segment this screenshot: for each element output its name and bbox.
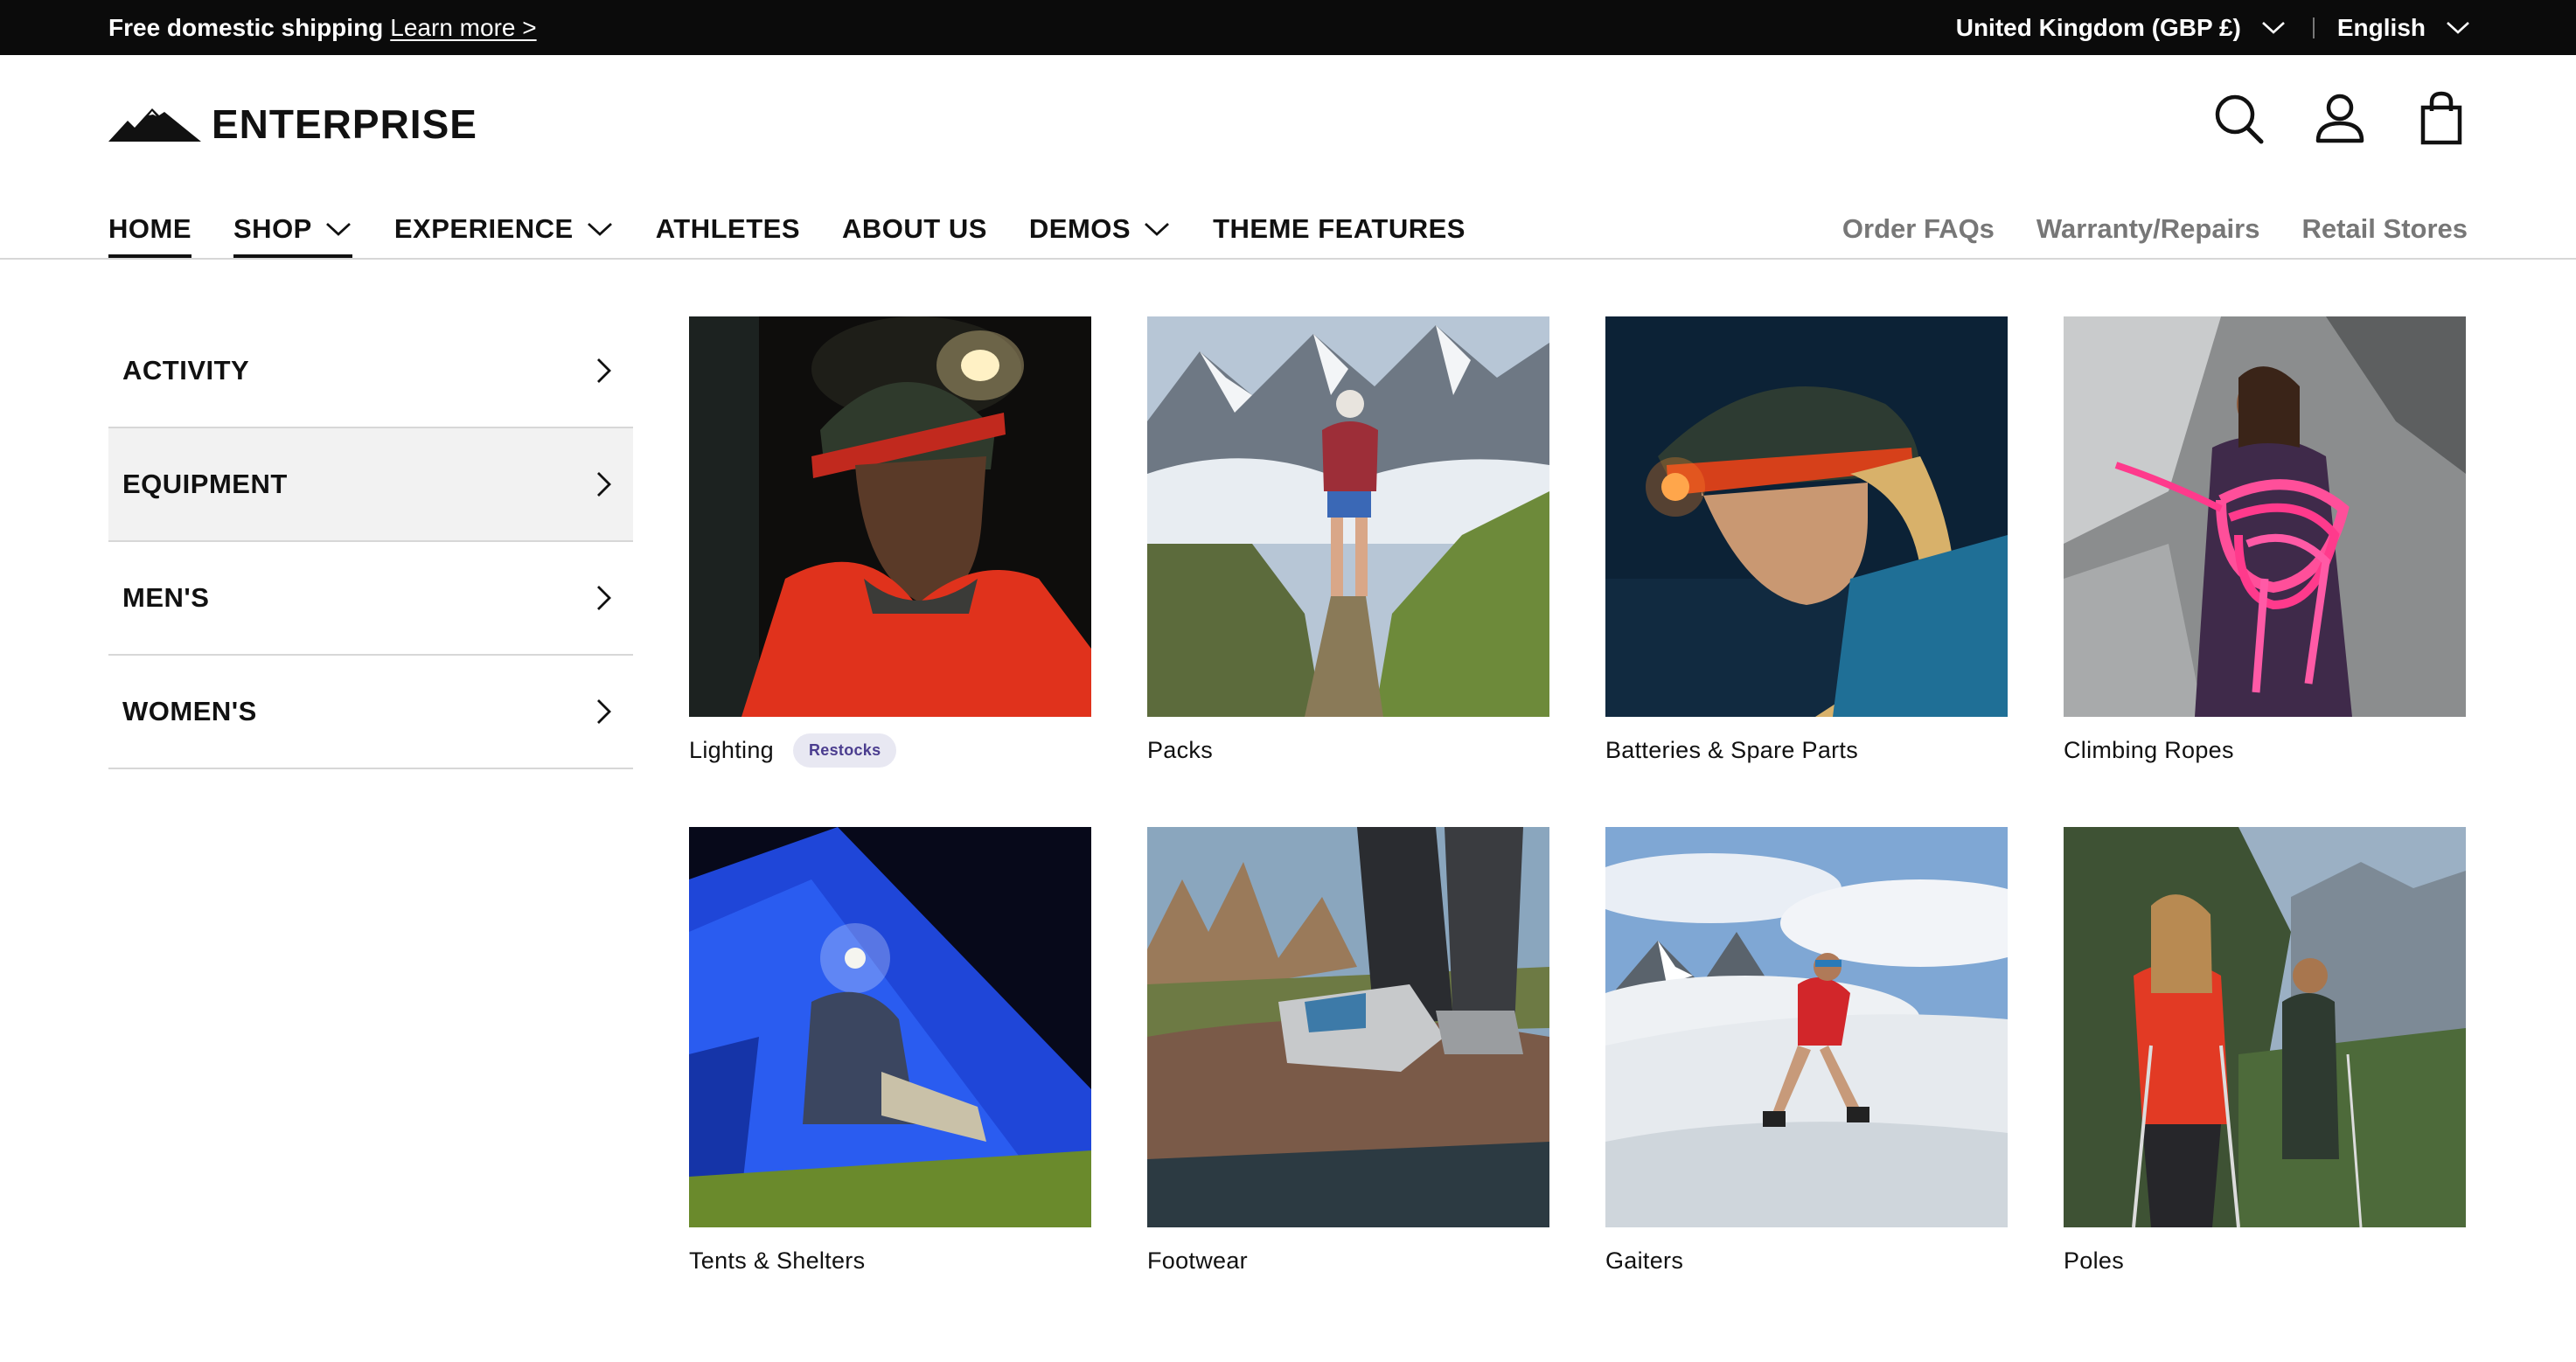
nav-label: SHOP (233, 213, 312, 244)
product-image[interactable] (2064, 316, 2466, 717)
product-card-tents[interactable]: Tents & Shelters (689, 827, 1091, 1294)
product-label[interactable]: Climbing Ropes (2064, 737, 2234, 764)
product-label[interactable]: Packs (1147, 737, 1213, 764)
nav-athletes[interactable]: ATHLETES (656, 204, 800, 254)
language-selector[interactable]: English (2337, 14, 2471, 42)
nav-theme-features[interactable]: THEME FEATURES (1213, 204, 1466, 254)
category-womens[interactable]: WOMEN'S (108, 656, 633, 769)
country-selector[interactable]: United Kingdom (GBP £) (1956, 14, 2287, 42)
product-image[interactable] (689, 316, 1091, 717)
product-caption: Poles (2064, 1227, 2466, 1294)
category-activity[interactable]: ACTIVITY (108, 315, 633, 428)
nav-label: HOME (108, 213, 191, 244)
nav-about-us[interactable]: ABOUT US (842, 204, 987, 254)
product-label[interactable]: Footwear (1147, 1247, 1248, 1275)
nav-label: ATHLETES (655, 213, 801, 244)
nav-label: EXPERIENCE (393, 213, 574, 244)
brand-logo[interactable]: ENTERPRISE (108, 101, 477, 148)
product-caption: Footwear (1147, 1227, 1549, 1294)
warranty-repairs-link[interactable]: Warranty/Repairs (2036, 204, 2260, 254)
locale-selectors: United Kingdom (GBP £) English (1956, 14, 2471, 42)
product-label[interactable]: Tents & Shelters (689, 1247, 865, 1275)
cart-bag-icon[interactable] (2415, 90, 2468, 146)
category-equipment[interactable]: EQUIPMENT (108, 428, 633, 542)
restocks-badge: Restocks (792, 733, 897, 768)
product-image[interactable] (2064, 827, 2466, 1227)
product-category-grid: Lighting Restocks Packs Batteries & Spar… (689, 316, 2466, 1294)
nav-label: THEME FEATURES (1213, 213, 1466, 244)
nav-label: ABOUT US (842, 213, 987, 244)
product-label[interactable]: Poles (2064, 1247, 2124, 1275)
product-card-climbing-ropes[interactable]: Climbing Ropes (2064, 316, 2466, 783)
category-label: EQUIPMENT (122, 469, 288, 499)
product-card-footwear[interactable]: Footwear (1147, 827, 1549, 1294)
nav-shop[interactable]: SHOP (233, 204, 352, 258)
account-icon[interactable] (2314, 90, 2366, 146)
chevron-right-icon (595, 356, 614, 386)
chevron-down-icon (586, 220, 614, 238)
category-list: ACTIVITY EQUIPMENT MEN'S WOMEN'S (108, 315, 633, 769)
learn-more-link[interactable]: Learn more > (390, 14, 536, 42)
category-label: ACTIVITY (122, 355, 250, 386)
retail-stores-link[interactable]: Retail Stores (2301, 204, 2468, 254)
chevron-down-icon (1143, 220, 1171, 238)
product-label[interactable]: Batteries & Spare Parts (1605, 737, 1858, 764)
product-card-poles[interactable]: Poles (2064, 827, 2466, 1294)
product-caption: Tents & Shelters (689, 1227, 1091, 1294)
product-card-gaiters[interactable]: Gaiters (1605, 827, 2008, 1294)
product-image[interactable] (1147, 316, 1549, 717)
product-image[interactable] (1147, 827, 1549, 1227)
main-nav: HOME SHOP EXPERIENCE ATHLETES ABOUT US D… (108, 204, 1466, 258)
chevron-right-icon (595, 469, 614, 499)
search-icon[interactable] (2212, 90, 2265, 146)
shipping-text: Free domestic shipping (108, 13, 384, 41)
chevron-right-icon (595, 697, 614, 726)
language-label: English (2336, 13, 2426, 41)
product-image[interactable] (689, 827, 1091, 1227)
product-caption: Batteries & Spare Parts (1605, 717, 2008, 783)
product-card-packs[interactable]: Packs (1147, 316, 1549, 783)
category-label: WOMEN'S (122, 696, 257, 726)
divider (2312, 17, 2315, 38)
product-caption: Lighting Restocks (689, 717, 1091, 783)
chevron-down-icon (2445, 20, 2471, 36)
chevron-right-icon (595, 583, 614, 613)
product-caption: Packs (1147, 717, 1549, 783)
product-card-batteries[interactable]: Batteries & Spare Parts (1605, 316, 2008, 783)
product-label[interactable]: Gaiters (1605, 1247, 1683, 1275)
product-caption: Climbing Ropes (2064, 717, 2466, 783)
header-actions (2212, 90, 2468, 146)
announcement-bar: Free domestic shipping Learn more > Unit… (0, 0, 2576, 55)
order-faqs-link[interactable]: Order FAQs (1842, 204, 1995, 254)
secondary-nav: Order FAQs Warranty/Repairs Retail Store… (1842, 204, 2468, 254)
product-label[interactable]: Lighting (689, 737, 774, 764)
nav-label: DEMOS (1028, 213, 1131, 244)
product-image[interactable] (1605, 316, 2008, 717)
category-label: MEN'S (122, 582, 210, 613)
site-header: ENTERPRISE HOME SHOP EXPERIENCE ATHLETES… (0, 55, 2576, 260)
product-image[interactable] (1605, 827, 2008, 1227)
shipping-promo: Free domestic shipping Learn more > (108, 14, 537, 42)
nav-experience[interactable]: EXPERIENCE (394, 204, 614, 254)
chevron-down-icon (324, 220, 352, 238)
mountain-logo-icon (108, 103, 201, 145)
country-label: United Kingdom (GBP £) (1955, 13, 2241, 41)
category-mens[interactable]: MEN'S (108, 542, 633, 656)
product-card-lighting[interactable]: Lighting Restocks (689, 316, 1091, 783)
nav-home[interactable]: HOME (108, 204, 191, 258)
brand-name: ENTERPRISE (212, 101, 477, 147)
chevron-down-icon (2260, 20, 2287, 36)
nav-demos[interactable]: DEMOS (1029, 204, 1171, 254)
product-caption: Gaiters (1605, 1227, 2008, 1294)
